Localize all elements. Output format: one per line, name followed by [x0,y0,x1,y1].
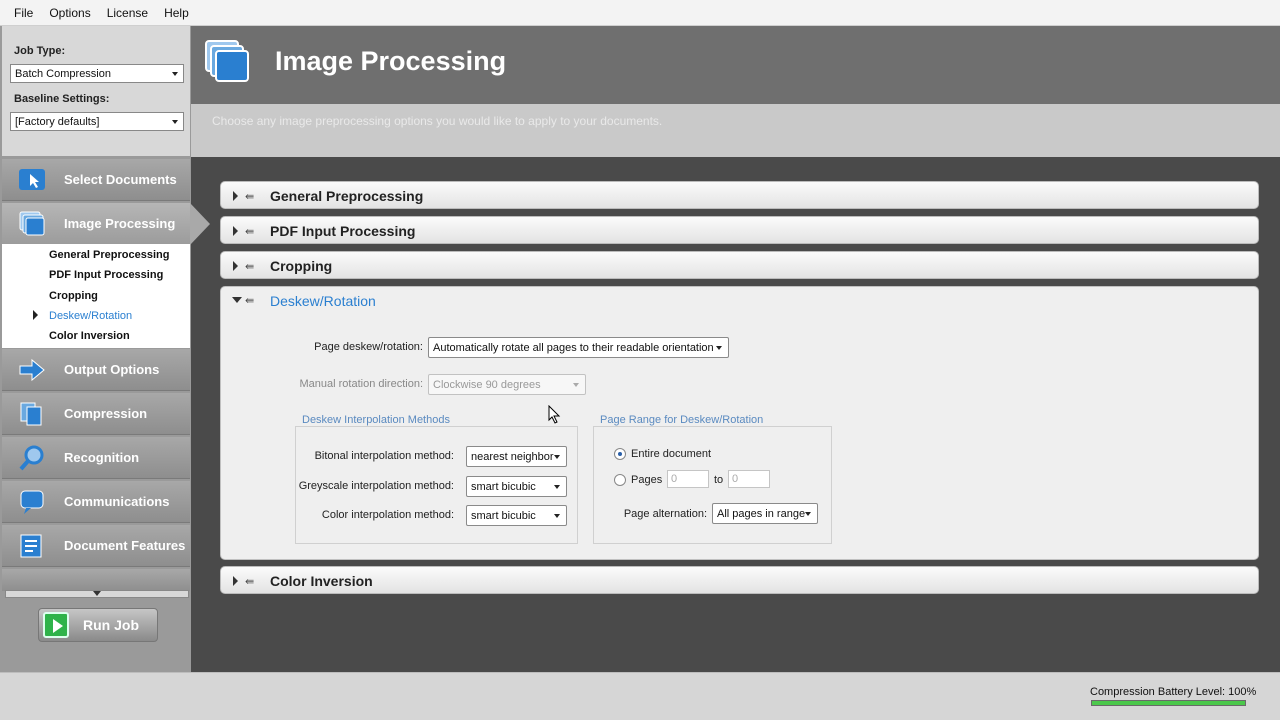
page-alternation-label: Page alternation: [623,508,707,520]
magnifier-icon [18,445,46,471]
section-title: Cropping [270,258,333,274]
menu-file[interactable]: File [6,6,41,20]
status-bar: Compression Battery Level: 100% [0,672,1280,720]
section-title: Deskew/Rotation [270,293,376,309]
compression-icon [18,401,46,427]
color-select[interactable]: smart bicubic [466,505,567,526]
expand-arrow-icon [233,576,238,586]
battery-level-bar [1091,700,1246,706]
arrow-out-icon [18,357,46,383]
collapse-arrow-icon [232,297,242,303]
section-color-inversion[interactable]: ⇚ Color Inversion [220,566,1259,594]
nav-scroll-indicator[interactable] [5,590,189,598]
nav-select-documents[interactable]: Select Documents [2,159,190,201]
section-deskew-rotation: ⇚ Deskew/Rotation Page deskew/rotation: … [220,286,1259,560]
cursor-select-icon [18,167,46,193]
pin-icon[interactable]: ⇚ [245,575,254,588]
subnav-deskew-rotation[interactable]: Deskew/Rotation [49,310,132,322]
pin-icon[interactable]: ⇚ [245,294,254,307]
pin-icon[interactable]: ⇚ [245,225,254,238]
subnav-cropping[interactable]: Cropping [49,290,98,302]
nav-label: Communications [64,494,170,509]
expand-arrow-icon [233,261,238,271]
entire-document-label: Entire document [631,448,712,460]
nav-document-features[interactable]: Document Features [2,525,190,567]
run-job-button[interactable]: Run Job [38,608,158,642]
speech-bubble-icon [18,489,46,515]
page-from-input[interactable]: 0 [667,470,709,488]
nav-output-options[interactable]: Output Options [2,349,190,391]
baseline-settings-label: Baseline Settings: [14,93,110,105]
section-pdf-input-processing[interactable]: ⇚ PDF Input Processing [220,216,1259,244]
subnav-color-inversion[interactable]: Color Inversion [49,330,130,342]
chevron-down-icon [93,591,101,596]
battery-level-label: Compression Battery Level: 100% [1090,686,1257,698]
pages-radio[interactable] [614,474,626,486]
menu-bar: File Options License Help [0,0,1280,26]
active-nav-pointer [190,203,210,245]
sidebar: Job Type: Batch Compression Baseline Set… [0,26,210,672]
nav-label: Document Features [64,538,186,553]
image-stack-icon [205,40,249,82]
page-range-group [593,426,832,544]
section-general-preprocessing[interactable]: ⇚ General Preprocessing [220,181,1259,209]
nav-image-processing[interactable]: Image Processing [2,203,190,245]
section-title: Color Inversion [270,573,373,589]
greyscale-select[interactable]: smart bicubic [466,476,567,497]
nav-compression[interactable]: Compression [2,393,190,435]
nav-recognition[interactable]: Recognition [2,437,190,479]
document-features-icon [18,533,46,559]
nav-partial-item [2,569,190,591]
image-processing-subnav: General Preprocessing PDF Input Processi… [2,244,190,348]
play-icon [43,612,69,638]
nav-communications[interactable]: Communications [2,481,190,523]
image-stack-icon [18,211,46,237]
subnav-general-preprocessing[interactable]: General Preprocessing [49,249,169,261]
menu-help[interactable]: Help [156,6,197,20]
interpolation-group-title: Deskew Interpolation Methods [299,414,453,426]
expand-arrow-icon [233,226,238,236]
section-cropping[interactable]: ⇚ Cropping [220,251,1259,279]
color-label: Color interpolation method: [321,509,454,521]
page-alternation-select[interactable]: All pages in range [712,503,818,524]
entire-document-radio[interactable] [614,448,626,460]
run-job-label: Run Job [83,617,139,633]
manual-rotation-select[interactable]: Clockwise 90 degrees [428,374,586,395]
page-title: Image Processing [275,46,507,76]
greyscale-label: Greyscale interpolation method: [298,480,454,492]
nav-label: Image Processing [64,216,176,231]
subnav-pdf-input-processing[interactable]: PDF Input Processing [49,269,163,281]
to-label: to [714,474,724,486]
page-to-input[interactable]: 0 [728,470,770,488]
menu-license[interactable]: License [99,6,156,20]
job-type-label: Job Type: [14,45,66,57]
pages-label: Pages [631,474,663,486]
nav-label: Select Documents [64,172,177,187]
manual-rotation-label: Manual rotation direction: [299,378,423,390]
nav-label: Output Options [64,362,160,377]
job-type-select[interactable]: Batch Compression [10,64,184,83]
section-title: General Preprocessing [270,188,424,204]
baseline-settings-select[interactable]: [Factory defaults] [10,112,184,131]
expand-arrow-icon [233,191,238,201]
mouse-cursor-icon [548,405,561,424]
page-description: Choose any image preprocessing options y… [191,104,1280,157]
menu-options[interactable]: Options [41,6,98,20]
pin-icon[interactable]: ⇚ [245,260,254,273]
section-header[interactable]: ⇚ Deskew/Rotation [221,287,1258,315]
section-title: PDF Input Processing [270,223,416,239]
page-header: Image Processing [191,26,1280,104]
nav-label: Recognition [64,450,140,465]
page-deskew-select[interactable]: Automatically rotate all pages to their … [428,337,729,358]
nav-label: Compression [64,406,148,421]
page-range-group-title: Page Range for Deskew/Rotation [597,414,767,426]
bitonal-label: Bitonal interpolation method: [314,450,454,462]
subnav-current-marker [33,310,38,320]
bitonal-select[interactable]: nearest neighbor [466,446,567,467]
job-settings-panel: Job Type: Batch Compression Baseline Set… [2,26,190,156]
page-deskew-label: Page deskew/rotation: [314,341,423,353]
pin-icon[interactable]: ⇚ [245,190,254,203]
